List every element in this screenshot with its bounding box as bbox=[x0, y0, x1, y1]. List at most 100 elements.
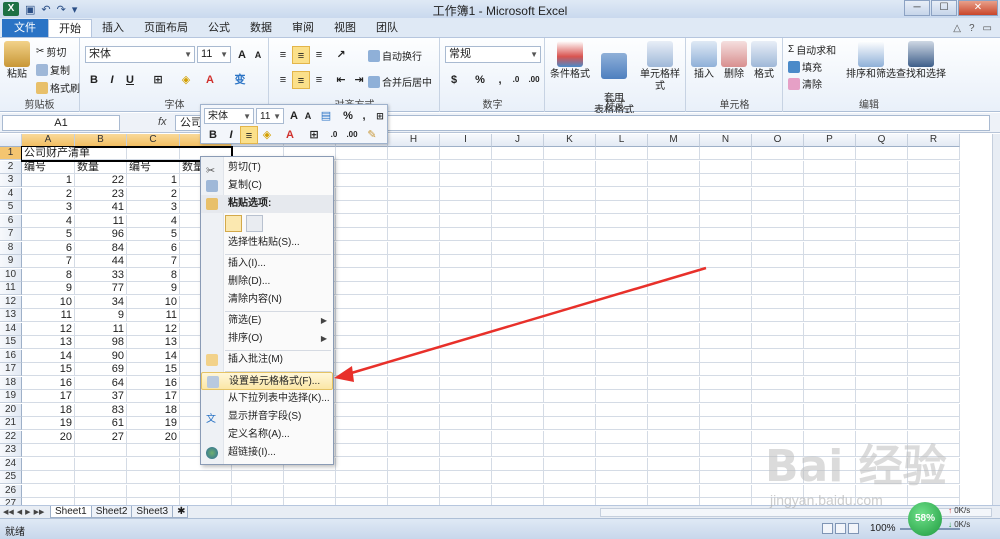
cell-value[interactable]: 6 bbox=[127, 241, 180, 255]
cell[interactable] bbox=[804, 417, 856, 430]
sheet-tab-sheet1[interactable]: Sheet1 bbox=[50, 506, 92, 518]
align-left-icon[interactable]: ≡ bbox=[274, 71, 292, 89]
cell[interactable] bbox=[908, 322, 960, 336]
cell[interactable] bbox=[440, 471, 492, 484]
cell[interactable] bbox=[648, 309, 700, 322]
cell[interactable] bbox=[752, 174, 804, 187]
cell[interactable] bbox=[752, 160, 804, 174]
menu-item-copy[interactable]: 复制(C) bbox=[201, 177, 333, 195]
cell[interactable] bbox=[908, 228, 960, 241]
bold-button[interactable]: B bbox=[85, 71, 103, 89]
cell[interactable] bbox=[804, 309, 856, 322]
row-header[interactable]: 24 bbox=[0, 457, 22, 471]
cell-value[interactable]: 22 bbox=[75, 174, 127, 187]
cell-value[interactable]: 23 bbox=[75, 187, 127, 201]
cell[interactable] bbox=[127, 444, 180, 457]
row-header[interactable]: 10 bbox=[0, 268, 22, 282]
cell[interactable] bbox=[596, 430, 648, 444]
autosum-button[interactable]: Σ 自动求和 bbox=[788, 42, 836, 57]
cell[interactable] bbox=[648, 322, 700, 336]
cell[interactable] bbox=[336, 282, 388, 295]
fx-icon[interactable]: fx bbox=[158, 116, 167, 128]
mini-shrink-font-icon[interactable]: A bbox=[301, 107, 315, 125]
cell-header[interactable]: 数量 bbox=[75, 160, 127, 174]
cell[interactable] bbox=[752, 444, 804, 457]
row-header[interactable]: 7 bbox=[0, 228, 22, 241]
cell[interactable] bbox=[544, 174, 596, 187]
cell-value[interactable]: 90 bbox=[75, 349, 127, 363]
column-header[interactable]: P bbox=[804, 134, 856, 147]
cell[interactable] bbox=[492, 363, 544, 376]
cell[interactable] bbox=[388, 214, 440, 228]
cut-button[interactable]: ✂ 剪切 bbox=[36, 44, 66, 59]
cell[interactable] bbox=[440, 390, 492, 403]
cell-value[interactable]: 96 bbox=[75, 228, 127, 241]
cell[interactable] bbox=[596, 147, 648, 160]
cell[interactable] bbox=[752, 214, 804, 228]
cell[interactable] bbox=[804, 147, 856, 160]
cell[interactable] bbox=[388, 187, 440, 201]
cell[interactable] bbox=[75, 457, 127, 471]
cell-value[interactable]: 4 bbox=[127, 214, 180, 228]
cell[interactable] bbox=[388, 309, 440, 322]
cell[interactable] bbox=[648, 336, 700, 349]
cell[interactable] bbox=[336, 457, 388, 471]
cell[interactable] bbox=[544, 471, 596, 484]
cell[interactable] bbox=[804, 201, 856, 214]
cell[interactable] bbox=[804, 336, 856, 349]
cell[interactable] bbox=[544, 336, 596, 349]
page-break-view-icon[interactable] bbox=[848, 523, 859, 534]
cell[interactable] bbox=[544, 322, 596, 336]
cell[interactable] bbox=[908, 160, 960, 174]
cell-value[interactable]: 14 bbox=[127, 349, 180, 363]
mini-font-color-icon[interactable]: A bbox=[281, 126, 299, 144]
cell-value[interactable]: 37 bbox=[75, 390, 127, 403]
delete-cells-button[interactable]: 删除 bbox=[719, 41, 749, 81]
cell[interactable] bbox=[804, 403, 856, 417]
row-header[interactable]: 13 bbox=[0, 309, 22, 322]
cell-header[interactable]: 编号 bbox=[127, 160, 180, 174]
cell[interactable] bbox=[804, 228, 856, 241]
cell[interactable] bbox=[544, 498, 596, 505]
cell[interactable] bbox=[544, 363, 596, 376]
cell[interactable] bbox=[440, 268, 492, 282]
cell[interactable] bbox=[336, 336, 388, 349]
row-header[interactable]: 22 bbox=[0, 430, 22, 444]
cell[interactable] bbox=[648, 417, 700, 430]
cell[interactable] bbox=[908, 457, 960, 471]
page-layout-view-icon[interactable] bbox=[835, 523, 846, 534]
tab-formulas[interactable]: 公式 bbox=[198, 19, 240, 37]
cell[interactable] bbox=[804, 295, 856, 309]
cell[interactable] bbox=[336, 363, 388, 376]
cell[interactable] bbox=[284, 471, 336, 484]
cell-value[interactable]: 15 bbox=[22, 363, 75, 376]
cell[interactable] bbox=[596, 444, 648, 457]
cell[interactable] bbox=[492, 201, 544, 214]
cell[interactable] bbox=[908, 309, 960, 322]
cell[interactable] bbox=[336, 471, 388, 484]
menu-item-filter[interactable]: 筛选(E) ▶ bbox=[201, 312, 333, 330]
conditional-format-button[interactable]: 条件格式 bbox=[548, 41, 592, 81]
cell[interactable] bbox=[908, 268, 960, 282]
cell-value[interactable]: 7 bbox=[127, 255, 180, 268]
cell[interactable] bbox=[908, 255, 960, 268]
cell[interactable] bbox=[492, 403, 544, 417]
cell[interactable] bbox=[22, 444, 75, 457]
cell[interactable] bbox=[388, 349, 440, 363]
cell[interactable] bbox=[336, 498, 388, 505]
align-right-icon[interactable]: ≡ bbox=[310, 71, 328, 89]
redo-icon[interactable]: ↷ bbox=[57, 3, 66, 16]
cell[interactable] bbox=[544, 147, 596, 160]
cell[interactable] bbox=[336, 228, 388, 241]
cell[interactable] bbox=[596, 457, 648, 471]
cell-value[interactable]: 83 bbox=[75, 403, 127, 417]
cell[interactable] bbox=[752, 228, 804, 241]
cell[interactable] bbox=[648, 390, 700, 403]
cell[interactable] bbox=[752, 322, 804, 336]
mini-dec-decimal-icon[interactable]: .00 bbox=[343, 126, 361, 144]
cell[interactable] bbox=[856, 187, 908, 201]
cell[interactable] bbox=[544, 309, 596, 322]
cell-styles-button[interactable]: 单元格样式 bbox=[636, 41, 684, 93]
column-header[interactable]: J bbox=[492, 134, 544, 147]
cell[interactable] bbox=[492, 255, 544, 268]
